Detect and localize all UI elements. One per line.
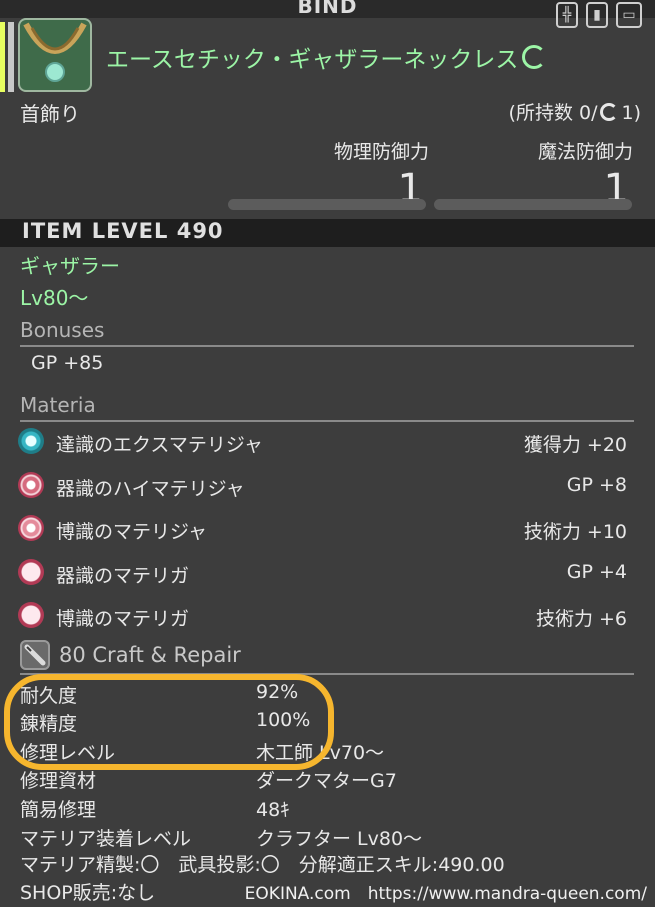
footer-line-2: SHOP販売:なし bbox=[20, 882, 156, 904]
glamour-icon[interactable]: ▮ bbox=[586, 2, 608, 28]
physical-defense-bar bbox=[228, 199, 426, 210]
repair-material-label: 修理資材 bbox=[20, 770, 97, 792]
crescent-icon bbox=[522, 45, 547, 69]
materia-name-3: 博識のマテリジャ bbox=[56, 521, 208, 543]
materia-divider bbox=[20, 420, 634, 422]
materia-icon-3 bbox=[18, 515, 44, 541]
materia-heading: Materia bbox=[20, 393, 96, 417]
materia-name-1: 達識のエクスマテリジャ bbox=[56, 434, 263, 456]
level-requirement: Lv80～ bbox=[20, 286, 89, 310]
quick-repair-value: 48ｷ bbox=[256, 799, 290, 821]
materia-value-4: GP +4 bbox=[566, 561, 627, 583]
materia-melding-level-value: クラフター Lv80～ bbox=[256, 828, 423, 850]
bonuses-divider bbox=[20, 345, 634, 347]
materia-name-2: 器識のハイマテリジャ bbox=[56, 478, 245, 500]
chest-icon[interactable]: ▭ bbox=[616, 2, 642, 28]
bonus-line: GP +85 bbox=[31, 352, 104, 374]
materia-value-1: 獲得力 +20 bbox=[523, 434, 627, 456]
craft-repair-heading: 80 Craft & Repair bbox=[59, 643, 241, 667]
materia-name-4: 器識のマテリガ bbox=[56, 565, 190, 587]
magic-defense-label: 魔法防御力 bbox=[537, 141, 633, 163]
magic-defense-bar bbox=[434, 199, 632, 210]
materia-icon-4 bbox=[18, 559, 44, 585]
materia-value-2: GP +8 bbox=[566, 474, 627, 496]
armoury-icon[interactable]: ╬ bbox=[556, 2, 578, 28]
class-name: ギャザラー bbox=[20, 254, 120, 278]
item-slot: 首飾り bbox=[20, 102, 80, 126]
rarity-stripe bbox=[0, 22, 14, 92]
physical-defense-label: 物理防御力 bbox=[333, 141, 429, 163]
item-level: ITEM LEVEL 490 bbox=[22, 219, 224, 243]
necklace-icon bbox=[18, 18, 92, 92]
repair-tool-icon bbox=[20, 640, 50, 670]
owned-count: (所持数 0/1) bbox=[508, 102, 641, 124]
watermark: EOKINA.com https://www.mandra-queen.com/ bbox=[244, 884, 647, 904]
materia-name-5: 博識のマテリガ bbox=[56, 608, 190, 630]
footer-line-1: マテリア精製:〇 武具投影:〇 分解適正スキル:490.00 bbox=[20, 854, 505, 876]
materia-icon-2 bbox=[18, 472, 44, 498]
highlight-ring bbox=[4, 674, 334, 770]
quick-repair-label: 簡易修理 bbox=[20, 799, 97, 821]
materia-value-5: 技術力 +6 bbox=[535, 608, 627, 630]
materia-value-3: 技術力 +10 bbox=[523, 521, 627, 543]
materia-icon-1 bbox=[18, 428, 44, 454]
materia-melding-level-label: マテリア装着レベル bbox=[20, 828, 192, 850]
item-name: エースセチック・ギャザラーネックレス bbox=[106, 40, 547, 74]
bonuses-heading: Bonuses bbox=[20, 318, 105, 342]
crescent-small-icon bbox=[600, 103, 619, 121]
repair-material-value: ダークマターG7 bbox=[256, 770, 397, 792]
materia-icon-5 bbox=[18, 602, 44, 628]
